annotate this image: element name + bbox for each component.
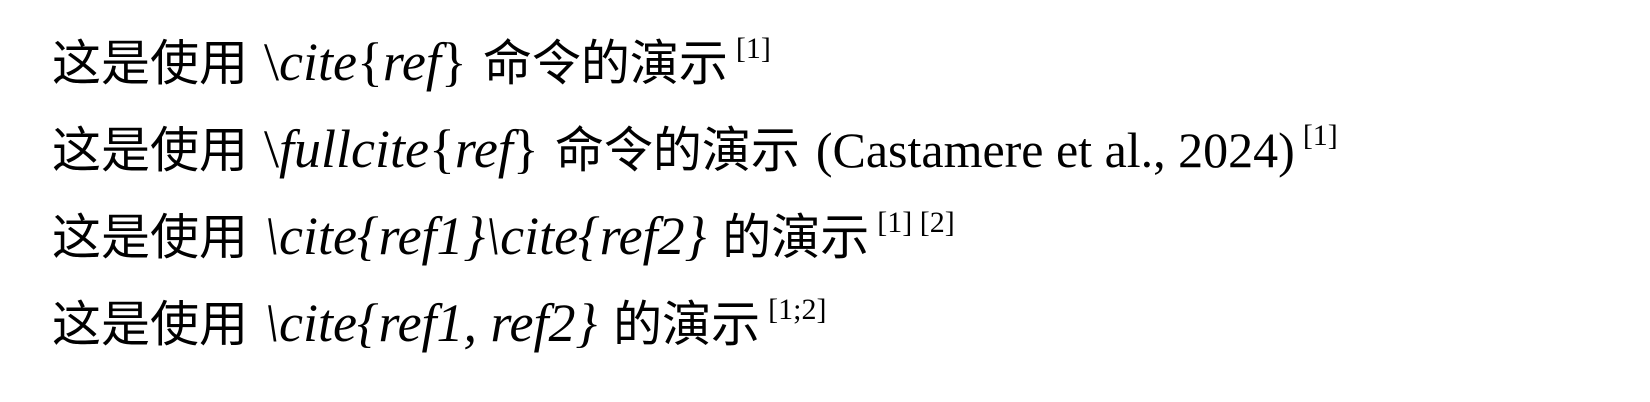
line-multi-key-cite: 这是使用 \cite{ref1, ref2} 的演示 [1;2] xyxy=(52,286,1642,373)
line-prefix: 这是使用 xyxy=(52,209,249,266)
line-suffix: 命令的演示 xyxy=(482,35,728,92)
line-prefix: 这是使用 xyxy=(52,35,249,92)
line-suffix: 的演示 xyxy=(613,296,761,353)
line-prefix: 这是使用 xyxy=(52,122,249,179)
line-cite: 这是使用 \cite{ref} 命令的演示 [1] xyxy=(52,25,1642,112)
line-fullcite: 这是使用 \fullcite{ref} 命令的演示 (Castamere et al.… xyxy=(52,112,1642,199)
line-suffix: 的演示 xyxy=(722,209,870,266)
latex-command: \cite{ref} xyxy=(264,32,467,92)
line-prefix: 这是使用 xyxy=(52,296,249,353)
latex-command: \fullcite{ref} xyxy=(264,119,539,179)
line-suffix: 命令的演示 xyxy=(554,122,800,179)
latex-command: \cite{ref1}\cite{ref2} xyxy=(264,206,707,266)
document-body: 这是使用 \cite{ref} 命令的演示 [1] 这是使用 \fullcite{ref… xyxy=(52,25,1642,373)
line-double-cite: 这是使用 \cite{ref1}\cite{ref2} 的演示 [1] [2] xyxy=(52,199,1642,286)
citation-superscript: [1;2] xyxy=(768,293,827,326)
citation-superscript: [1] xyxy=(1302,119,1338,152)
citation-superscript: [1] xyxy=(735,32,771,65)
full-citation-text: (Castamere et al., 2024) xyxy=(815,122,1295,178)
latex-command: \cite{ref1, ref2} xyxy=(264,293,598,353)
citation-superscript: [1] [2] xyxy=(877,206,955,239)
